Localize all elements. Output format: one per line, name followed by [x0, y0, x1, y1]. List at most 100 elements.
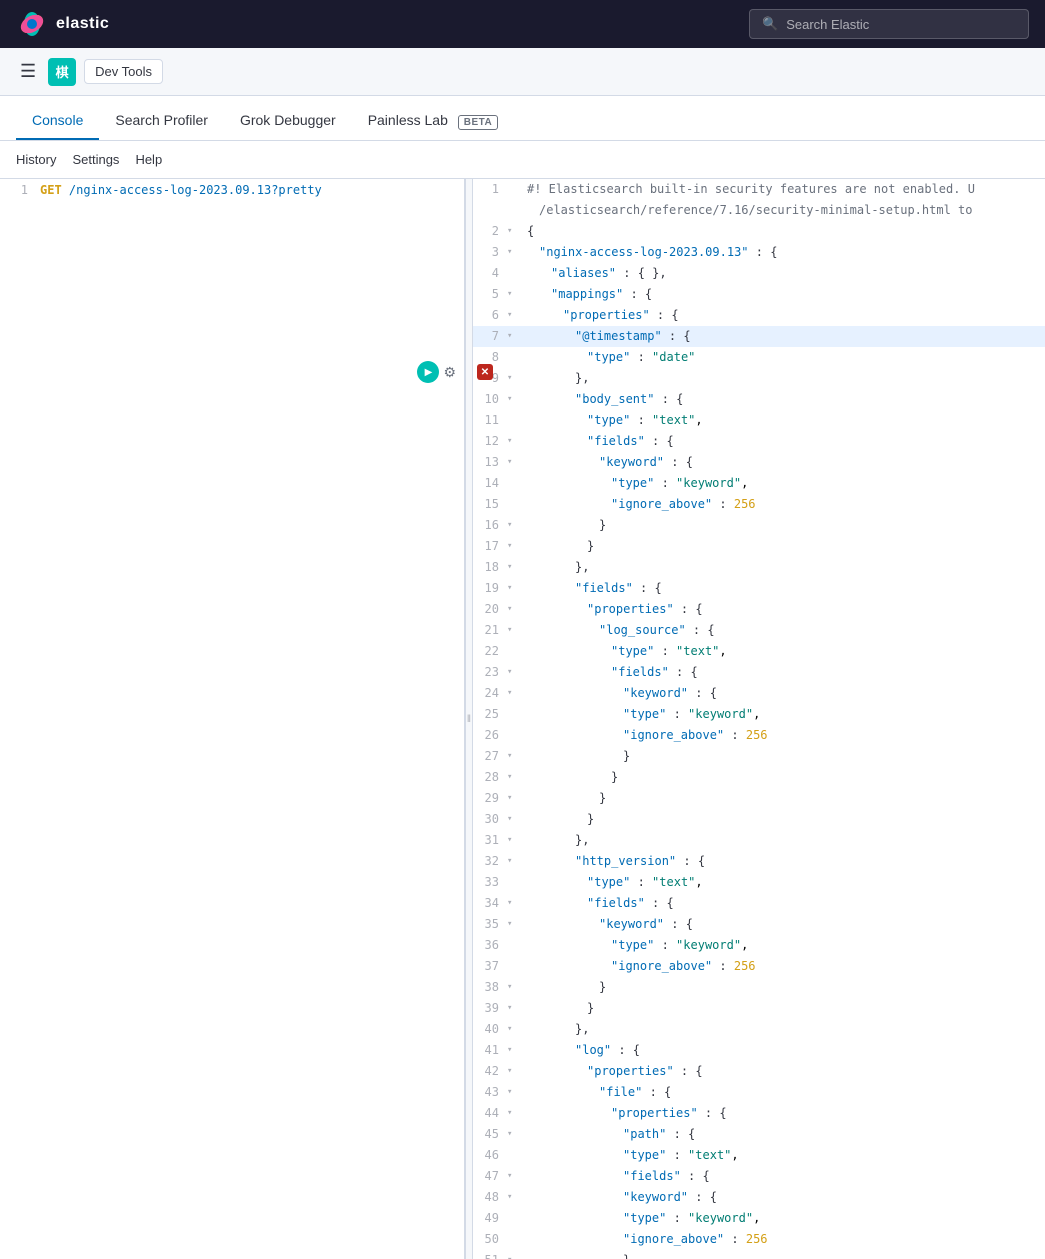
- response-line: 41▾"log" : {: [473, 1040, 1045, 1061]
- response-line: 15 "ignore_above" : 256: [473, 494, 1045, 515]
- fold-icon[interactable]: ▾: [507, 537, 519, 556]
- line-content: {: [519, 222, 1045, 241]
- line-number: 16: [473, 516, 503, 535]
- line-content: "ignore_above" : 256: [519, 1230, 1045, 1249]
- response-line: 35▾"keyword" : {: [473, 914, 1045, 935]
- line-number: 46: [473, 1146, 503, 1165]
- fold-icon[interactable]: ▾: [507, 1251, 519, 1259]
- line-content: "ignore_above" : 256: [519, 495, 1045, 514]
- response-line: 40▾},: [473, 1019, 1045, 1040]
- tab-search-profiler[interactable]: Search Profiler: [99, 102, 224, 140]
- fold-icon[interactable]: ▾: [507, 1188, 519, 1207]
- fold-icon[interactable]: ▾: [507, 852, 519, 871]
- tab-painless-lab[interactable]: Painless Lab BETA: [352, 102, 515, 140]
- response-line: 51▾}: [473, 1250, 1045, 1259]
- fold-icon[interactable]: ▾: [507, 1167, 519, 1186]
- line-number: 6: [473, 306, 503, 325]
- main-content: 1 GET /nginx-access-log-2023.09.13?prett…: [0, 179, 1045, 1259]
- line-content: "ignore_above" : 256: [519, 726, 1045, 745]
- history-button[interactable]: History: [16, 152, 56, 167]
- run-button[interactable]: ▶: [417, 361, 439, 383]
- hamburger-button[interactable]: ☰: [16, 57, 40, 86]
- response-line: 30▾}: [473, 809, 1045, 830]
- fold-icon[interactable]: ▾: [507, 1041, 519, 1060]
- fold-icon[interactable]: ▾: [507, 390, 519, 409]
- line-content: "body_sent" : {: [519, 390, 1045, 409]
- fold-icon[interactable]: ▾: [507, 243, 519, 262]
- tab-grok-debugger[interactable]: Grok Debugger: [224, 102, 352, 140]
- fold-icon[interactable]: ▾: [507, 432, 519, 451]
- fold-icon[interactable]: ▾: [507, 1020, 519, 1039]
- line-number: 45: [473, 1125, 503, 1144]
- search-placeholder: Search Elastic: [786, 17, 869, 32]
- line-content: "keyword" : {: [519, 915, 1045, 934]
- line-number: 29: [473, 789, 503, 808]
- line-content: "type" : "keyword",: [519, 705, 1045, 724]
- fold-icon[interactable]: ▾: [507, 285, 519, 304]
- line-number: 20: [473, 600, 503, 619]
- line-number: 2: [473, 222, 503, 241]
- resize-handle[interactable]: ‖: [465, 179, 473, 1259]
- fold-icon[interactable]: ▾: [507, 1083, 519, 1102]
- response-lines: 1#! Elasticsearch built-in security feat…: [473, 179, 1045, 1259]
- fold-icon[interactable]: ▾: [507, 915, 519, 934]
- fold-icon[interactable]: ▾: [507, 894, 519, 913]
- response-line: 32▾"http_version" : {: [473, 851, 1045, 872]
- line-content: "type" : "text",: [519, 1146, 1045, 1165]
- search-bar[interactable]: 🔍 Search Elastic: [749, 9, 1029, 39]
- line-content: }: [519, 516, 1045, 535]
- line-number: 51: [473, 1251, 503, 1259]
- line-number: 33: [473, 873, 503, 892]
- line-number: 40: [473, 1020, 503, 1039]
- fold-icon[interactable]: ▾: [507, 747, 519, 766]
- response-line: 31▾},: [473, 830, 1045, 851]
- line-number: 30: [473, 810, 503, 829]
- line-content: "type" : "text",: [519, 642, 1045, 661]
- fold-icon[interactable]: ▾: [507, 306, 519, 325]
- fold-icon[interactable]: ▾: [507, 789, 519, 808]
- line-content: "log" : {: [519, 1041, 1045, 1060]
- line-number: 42: [473, 1062, 503, 1081]
- fold-icon[interactable]: ▾: [507, 663, 519, 682]
- fold-icon[interactable]: ▾: [507, 978, 519, 997]
- response-line: /elasticsearch/reference/7.16/security-m…: [473, 200, 1045, 221]
- fold-icon[interactable]: ▾: [507, 621, 519, 640]
- fold-icon[interactable]: ▾: [507, 810, 519, 829]
- line-content: "log_source" : {: [519, 621, 1045, 640]
- fold-icon[interactable]: ▾: [507, 768, 519, 787]
- fold-icon[interactable]: ▾: [507, 516, 519, 535]
- settings-button[interactable]: Settings: [72, 152, 119, 167]
- dev-tools-button[interactable]: Dev Tools: [84, 59, 163, 84]
- line-content: "type" : "text",: [519, 873, 1045, 892]
- line-number: 5: [473, 285, 503, 304]
- fold-icon[interactable]: ▾: [507, 999, 519, 1018]
- help-button[interactable]: Help: [135, 152, 162, 167]
- fold-icon[interactable]: ▾: [507, 579, 519, 598]
- fold-icon[interactable]: ▾: [507, 369, 519, 388]
- response-line: 47▾"fields" : {: [473, 1166, 1045, 1187]
- response-line: 43▾"file" : {: [473, 1082, 1045, 1103]
- fold-icon[interactable]: ▾: [507, 453, 519, 472]
- response-line: 46 "type" : "text",: [473, 1145, 1045, 1166]
- tab-console[interactable]: Console: [16, 102, 99, 140]
- navbar: elastic 🔍 Search Elastic: [0, 0, 1045, 48]
- fold-icon[interactable]: ▾: [507, 558, 519, 577]
- wrench-button[interactable]: ⚙: [443, 361, 456, 383]
- response-panel[interactable]: ✕ 1#! Elasticsearch built-in security fe…: [473, 179, 1045, 1259]
- fold-icon[interactable]: ▾: [507, 1104, 519, 1123]
- editor-line-number: 1: [8, 183, 28, 197]
- fold-icon[interactable]: ▾: [507, 222, 519, 241]
- close-response-button[interactable]: ✕: [477, 364, 493, 380]
- line-number: 15: [473, 495, 503, 514]
- line-content: "nginx-access-log-2023.09.13" : {: [519, 243, 1045, 262]
- fold-icon[interactable]: ▾: [507, 684, 519, 703]
- fold-icon[interactable]: ▾: [507, 1125, 519, 1144]
- fold-icon[interactable]: ▾: [507, 600, 519, 619]
- line-number: 3: [473, 243, 503, 262]
- response-line: 45▾"path" : {: [473, 1124, 1045, 1145]
- editor-request-line[interactable]: 1 GET /nginx-access-log-2023.09.13?prett…: [0, 179, 464, 201]
- fold-icon[interactable]: ▾: [507, 831, 519, 850]
- fold-icon[interactable]: ▾: [507, 327, 519, 346]
- response-line: 22"type" : "text",: [473, 641, 1045, 662]
- fold-icon[interactable]: ▾: [507, 1062, 519, 1081]
